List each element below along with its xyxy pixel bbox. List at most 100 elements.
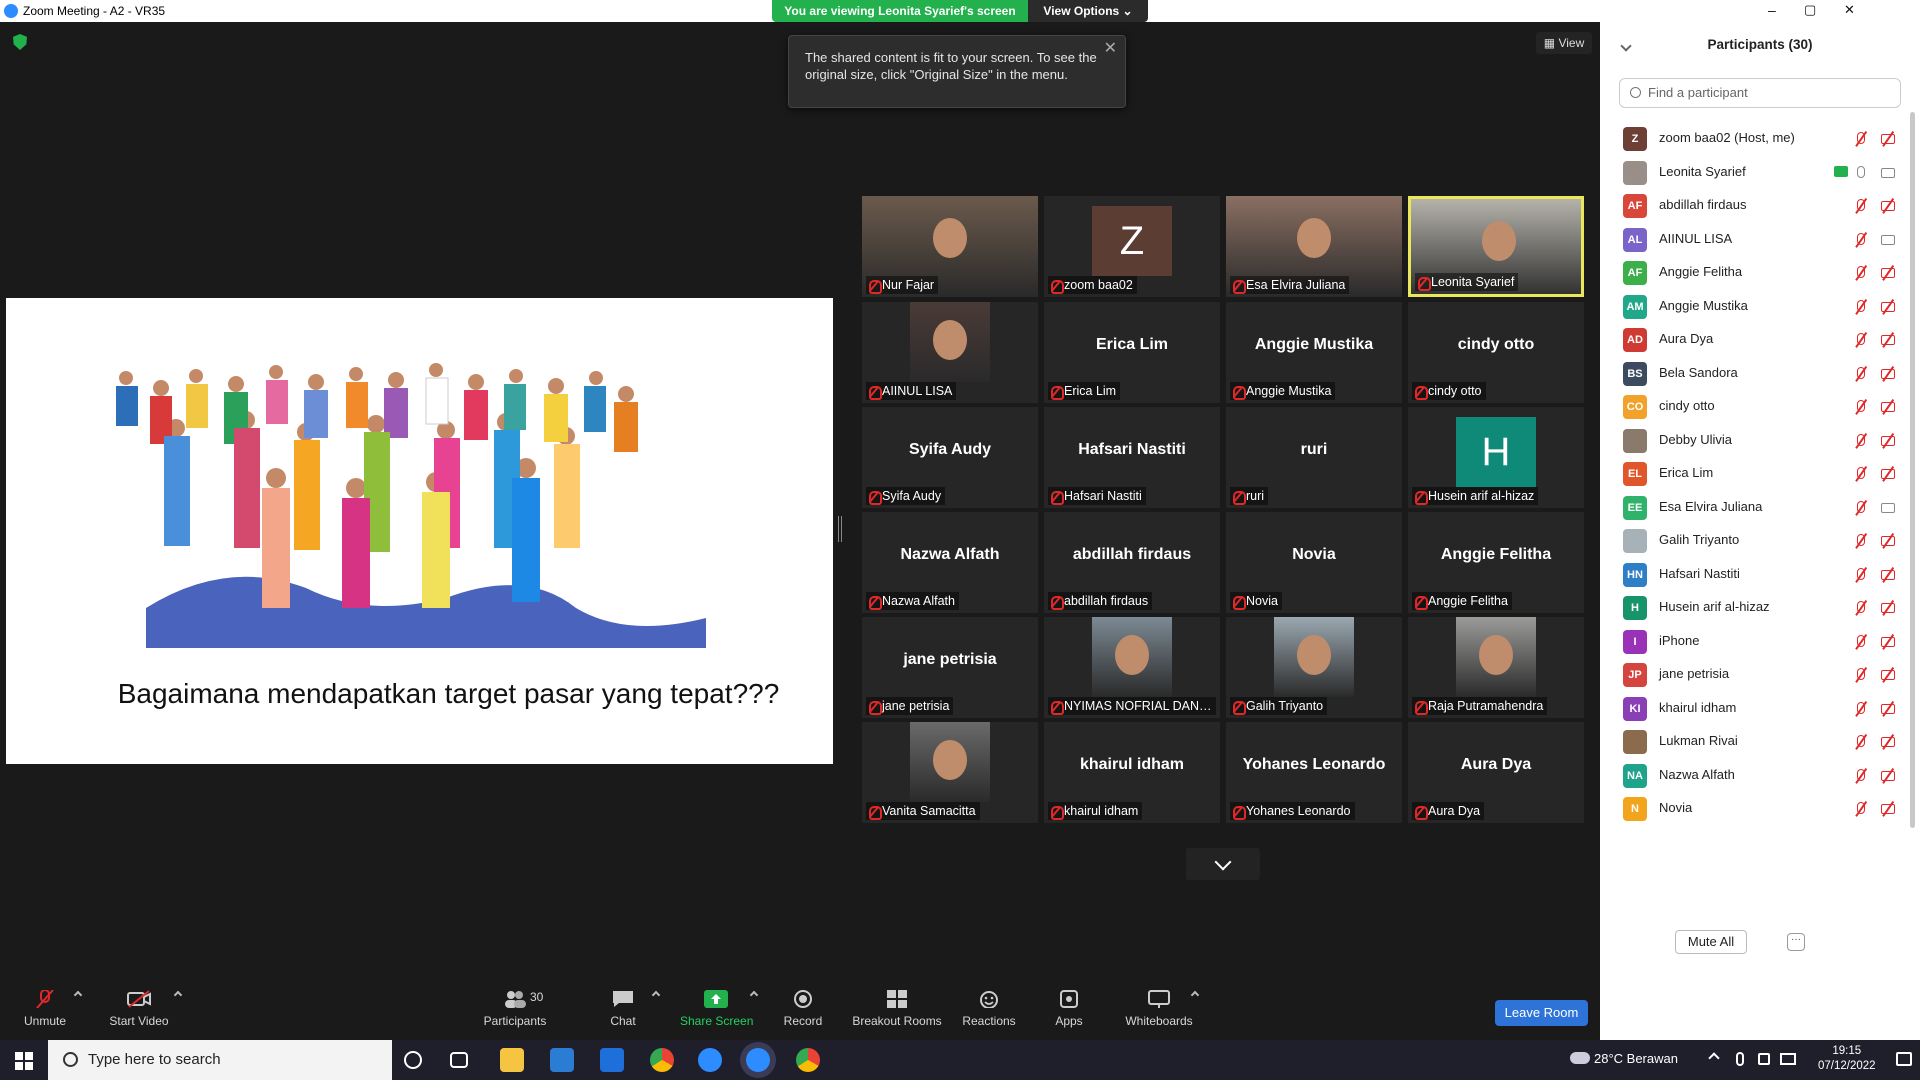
start-video-button[interactable]: Start Video (106, 982, 172, 1028)
shared-screen: Bagaimana mendapatkan target pasar yang … (6, 298, 833, 764)
avatar (1623, 529, 1647, 553)
reactions-button[interactable]: Reactions (962, 982, 1016, 1028)
video-icon[interactable] (1881, 234, 1895, 245)
microsoft-store-icon[interactable] (550, 1048, 574, 1072)
mute-all-button[interactable]: Mute All (1675, 930, 1747, 954)
unmute-button[interactable]: Unmute (22, 982, 68, 1028)
view-options-button[interactable]: View Options ⌄ (1028, 0, 1148, 22)
clock-time: 19:15 (1832, 1045, 1862, 1057)
video-tile[interactable]: Erica Lim Erica Lim (1044, 302, 1220, 403)
gallery-next-page-button[interactable] (1186, 848, 1260, 880)
share-screen-button[interactable]: Share Screen (680, 982, 753, 1028)
video-tile[interactable]: Galih Triyanto (1226, 617, 1402, 718)
tooltip-close-icon[interactable]: ✕ (1104, 40, 1117, 57)
weather-text[interactable]: 28°C Berawan (1594, 1051, 1678, 1066)
video-tile[interactable]: AIINUL LISA (862, 302, 1038, 403)
close-icon[interactable]: ✕ (1844, 2, 1855, 18)
video-options-caret-icon[interactable] (173, 990, 183, 1000)
muted-mic-icon (36, 990, 54, 1008)
chat-options-caret-icon[interactable] (651, 990, 661, 1000)
notifications-icon[interactable] (1896, 1052, 1912, 1066)
restore-icon[interactable]: ▢ (1804, 2, 1816, 18)
crowd-world-map-image (116, 363, 706, 648)
more-options-button[interactable]: ··· (1787, 933, 1805, 951)
unmute-label: Unmute (23, 1014, 67, 1028)
apps-button[interactable]: Apps (1054, 982, 1084, 1028)
volume-icon[interactable] (1758, 1053, 1770, 1065)
tray-overflow-icon[interactable] (1708, 1052, 1720, 1064)
video-tile[interactable]: Esa Elvira Juliana (1226, 196, 1402, 297)
cortana-icon[interactable] (404, 1051, 422, 1069)
avatar: HN (1623, 562, 1647, 587)
video-tile[interactable]: abdillah firdaus abdillah firdaus (1044, 512, 1220, 613)
split-handle[interactable] (838, 516, 842, 542)
avatar: EE (1623, 495, 1647, 520)
video-tile[interactable]: Leonita Syarief (1408, 196, 1584, 297)
video-tile[interactable]: Zzoom baa02 (1044, 196, 1220, 297)
video-tile[interactable]: Nazwa Alfath Nazwa Alfath (862, 512, 1038, 613)
minimize-icon[interactable]: – (1768, 2, 1776, 18)
audio-options-caret-icon[interactable] (73, 990, 83, 1000)
slide-caption: Bagaimana mendapatkan target pasar yang … (117, 678, 780, 709)
avatar: EL (1623, 462, 1647, 486)
video-tile[interactable]: Nur Fajar (862, 196, 1038, 297)
video-tile[interactable]: Novia Novia (1226, 512, 1402, 613)
video-tile[interactable]: Yohanes Leonardo Yohanes Leonardo (1226, 722, 1402, 823)
video-tile[interactable]: Vanita Samacitta (862, 722, 1038, 823)
clock[interactable]: 19:15 07/12/2022 (1818, 1044, 1876, 1074)
tile-name-label: NYIMAS NOFRIAL DANI... (1048, 697, 1216, 715)
video-tile[interactable]: Syifa Audy Syifa Audy (862, 407, 1038, 508)
chrome-icon[interactable] (650, 1048, 674, 1072)
whiteboards-button[interactable]: Whiteboards (1124, 982, 1194, 1028)
leave-room-button[interactable]: Leave Room (1495, 1000, 1588, 1026)
participant-face (1115, 634, 1149, 675)
taskbar-search-input[interactable]: Type here to search (48, 1040, 392, 1080)
tile-name-label: Syifa Audy (866, 487, 946, 505)
collapse-chevron-icon[interactable] (1620, 40, 1632, 52)
video-tile[interactable]: ruri ruri (1226, 407, 1402, 508)
video-tile[interactable]: Anggie Mustika Anggie Mustika (1226, 302, 1402, 403)
tile-name-label: Anggie Felitha (1412, 592, 1512, 610)
video-tile[interactable]: khairul idham khairul idham (1044, 722, 1220, 823)
security-shield-icon[interactable] (13, 34, 27, 50)
video-tile[interactable]: Raja Putramahendra (1408, 617, 1584, 718)
participant-row[interactable]: N Novia (1600, 788, 1910, 829)
microphone-icon[interactable] (1736, 1052, 1744, 1066)
zoom-taskbar-icon[interactable] (746, 1048, 770, 1072)
participants-button[interactable]: 30 Participants (478, 982, 552, 1028)
video-icon[interactable] (1881, 167, 1895, 178)
participant-name: Bela Sandora (1659, 364, 1738, 380)
tile-name-label: Vanita Samacitta (866, 802, 980, 820)
participant-video (1456, 617, 1536, 697)
windows-start-icon[interactable] (15, 1052, 33, 1070)
video-icon[interactable] (1881, 502, 1895, 513)
participant-name: Anggie Mustika (1659, 297, 1748, 313)
video-tile[interactable]: Aura Dya Aura Dya (1408, 722, 1584, 823)
video-tile[interactable]: NYIMAS NOFRIAL DANI... (1044, 617, 1220, 718)
video-tile[interactable]: cindy otto cindy otto (1408, 302, 1584, 403)
participant-display-name: Erica Lim (1095, 336, 1169, 353)
reactions-icon (980, 991, 998, 1008)
participant-face (1479, 634, 1513, 675)
record-button[interactable]: Record (782, 982, 824, 1028)
participants-count: 30 (530, 990, 544, 1004)
taskbar-search-placeholder: Type here to search (88, 1051, 221, 1068)
avatar (1623, 730, 1647, 754)
participant-display-name: jane petrisia (903, 651, 997, 668)
mail-icon[interactable] (600, 1048, 624, 1072)
participant-list-scrollbar[interactable] (1910, 112, 1915, 828)
task-view-icon[interactable] (450, 1052, 468, 1068)
breakout-rooms-button[interactable]: Breakout Rooms (852, 982, 942, 1028)
video-tile[interactable]: Hafsari Nastiti Hafsari Nastiti (1044, 407, 1220, 508)
network-icon[interactable] (1780, 1053, 1796, 1065)
teamviewer-icon[interactable] (698, 1048, 722, 1072)
video-tile[interactable]: Anggie Felitha Anggie Felitha (1408, 512, 1584, 613)
participant-search-input[interactable]: Find a participant (1619, 78, 1901, 108)
view-button[interactable]: ▦ View (1536, 32, 1592, 54)
participant-video (1092, 617, 1172, 697)
file-explorer-icon[interactable] (500, 1048, 524, 1072)
mic-icon[interactable] (1857, 165, 1865, 178)
chat-button[interactable]: Chat (608, 982, 638, 1028)
chrome-profile-icon[interactable] (796, 1048, 820, 1072)
video-tile[interactable]: H Husein arif al-hizaz (1408, 407, 1584, 508)
